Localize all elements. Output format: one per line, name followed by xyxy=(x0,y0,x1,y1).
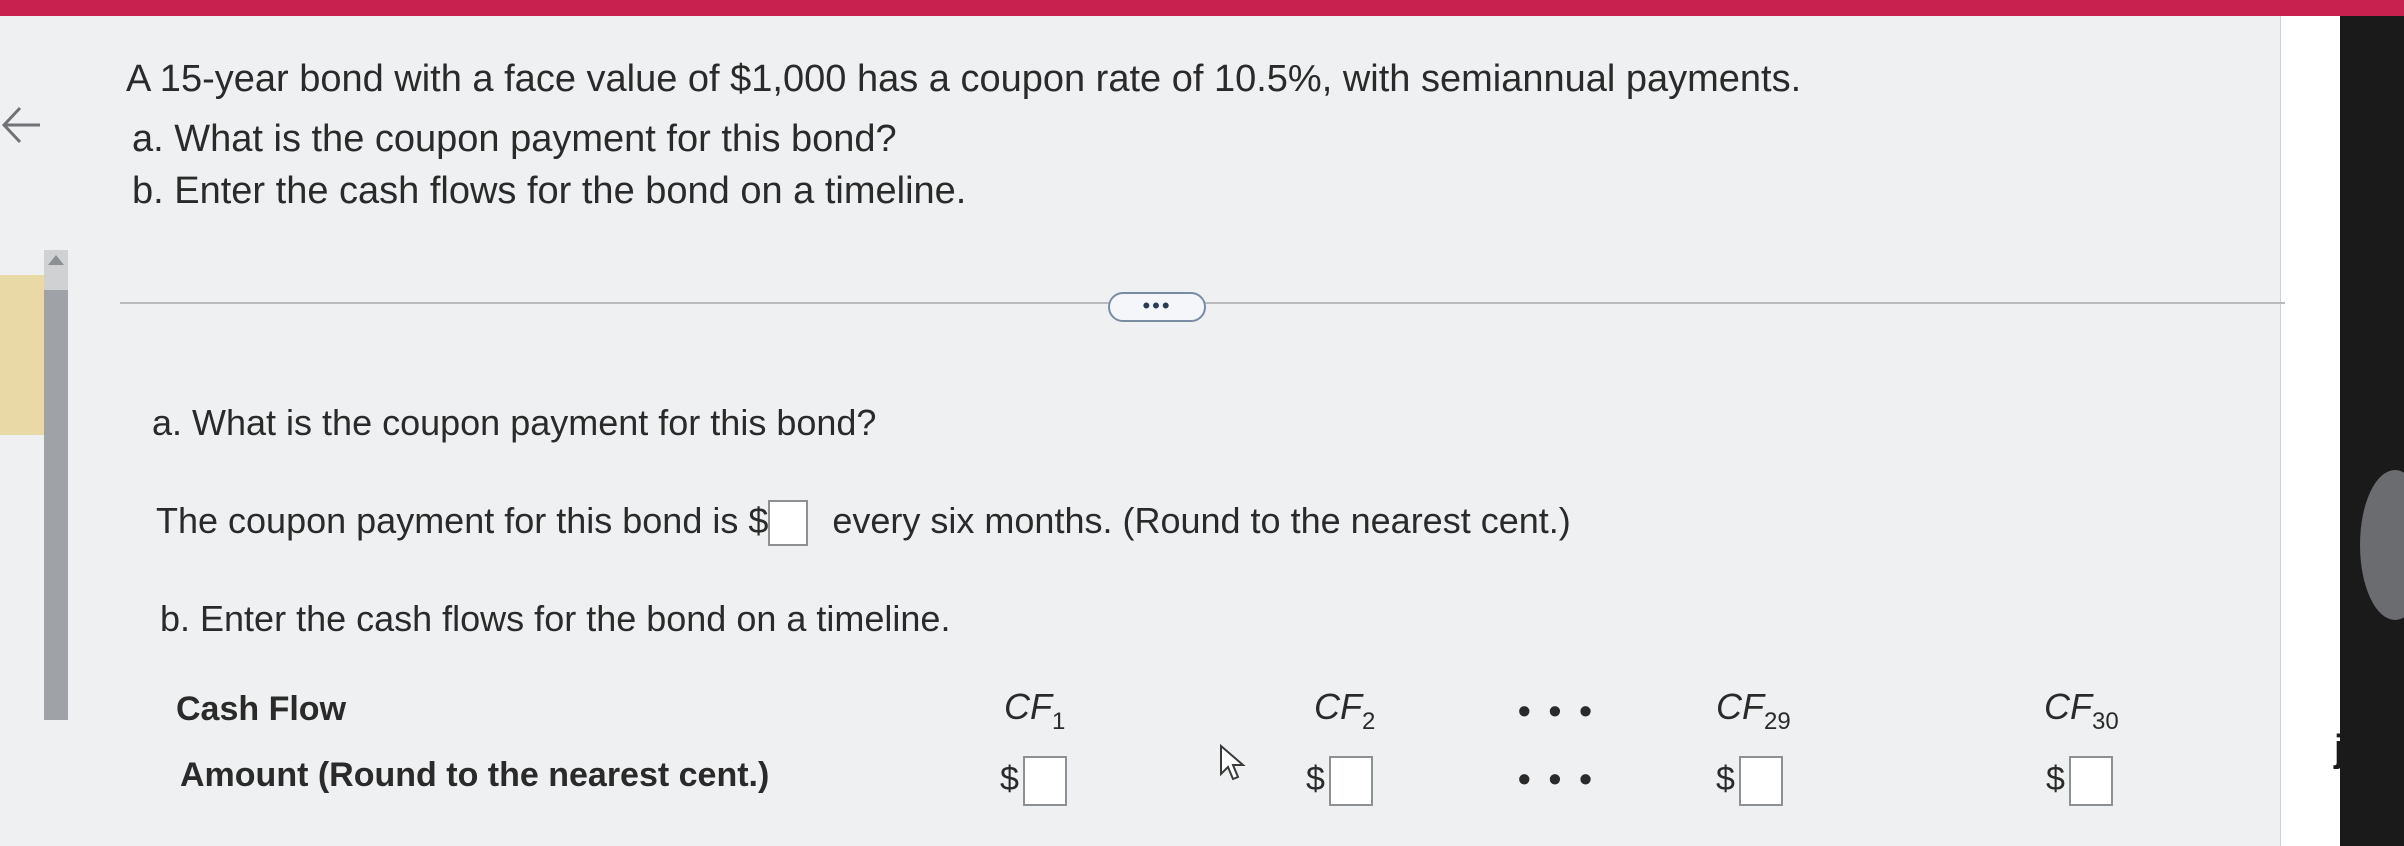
right-side-card xyxy=(2280,16,2341,846)
coupon-prefix: The coupon payment for this bond is $ xyxy=(156,500,769,541)
cf-2-input[interactable] xyxy=(1328,756,1373,806)
cash-flow-row-label: Cash Flow xyxy=(176,690,347,728)
cf-29-input[interactable] xyxy=(1738,756,1783,806)
cf-29-header: CF29 xyxy=(1716,686,1791,735)
right-edge-text-1: E xyxy=(2372,108,2399,152)
expand-more-button[interactable]: ••• xyxy=(1108,292,1206,322)
question-stem: A 15-year bond with a face value of $1,0… xyxy=(126,58,1802,100)
cf-30-amount: $ xyxy=(2046,756,2113,806)
cf-30-input[interactable] xyxy=(2068,756,2113,806)
scrollbar-thumb[interactable] xyxy=(44,290,68,720)
question-part-b: b. Enter the cash flows for the bond on … xyxy=(132,170,967,212)
scroll-up-icon[interactable] xyxy=(48,255,64,265)
currency-symbol: $ xyxy=(1716,759,1735,798)
currency-symbol: $ xyxy=(1306,759,1325,798)
question-part-a: a. What is the coupon payment for this b… xyxy=(132,118,897,160)
cf-1-input[interactable] xyxy=(1022,756,1067,806)
right-edge-text-3: j pe xyxy=(2334,728,2400,770)
cf-2-header: CF2 xyxy=(1314,686,1376,735)
back-arrow-icon[interactable] xyxy=(0,90,44,160)
coupon-payment-input[interactable] xyxy=(768,500,809,547)
cf-2-amount: $ xyxy=(1306,756,1373,806)
answer-part-b-heading: b. Enter the cash flows for the bond on … xyxy=(160,598,951,639)
answer-part-a-heading: a. What is the coupon payment for this b… xyxy=(152,402,877,443)
ellipsis-amount: • • • xyxy=(1518,758,1596,799)
cf-1-amount: $ xyxy=(1000,756,1067,806)
coupon-sentence: The coupon payment for this bond is $ ev… xyxy=(156,500,1571,547)
mouse-cursor-icon xyxy=(1220,744,1246,781)
cf-30-header: CF30 xyxy=(2044,686,2119,735)
left-highlight-strip xyxy=(0,275,46,435)
cf-1-header: CF1 xyxy=(1004,686,1066,735)
currency-symbol: $ xyxy=(2046,759,2065,798)
amount-row-label: Amount (Round to the nearest cent.) xyxy=(180,756,770,794)
ellipsis-header: • • • xyxy=(1518,690,1596,731)
top-bar xyxy=(0,0,2404,16)
cf-29-amount: $ xyxy=(1716,756,1783,806)
right-edge-text-2: la xyxy=(2368,162,2402,206)
coupon-suffix: every six months. (Round to the nearest … xyxy=(832,500,1571,541)
currency-symbol: $ xyxy=(1000,759,1019,798)
